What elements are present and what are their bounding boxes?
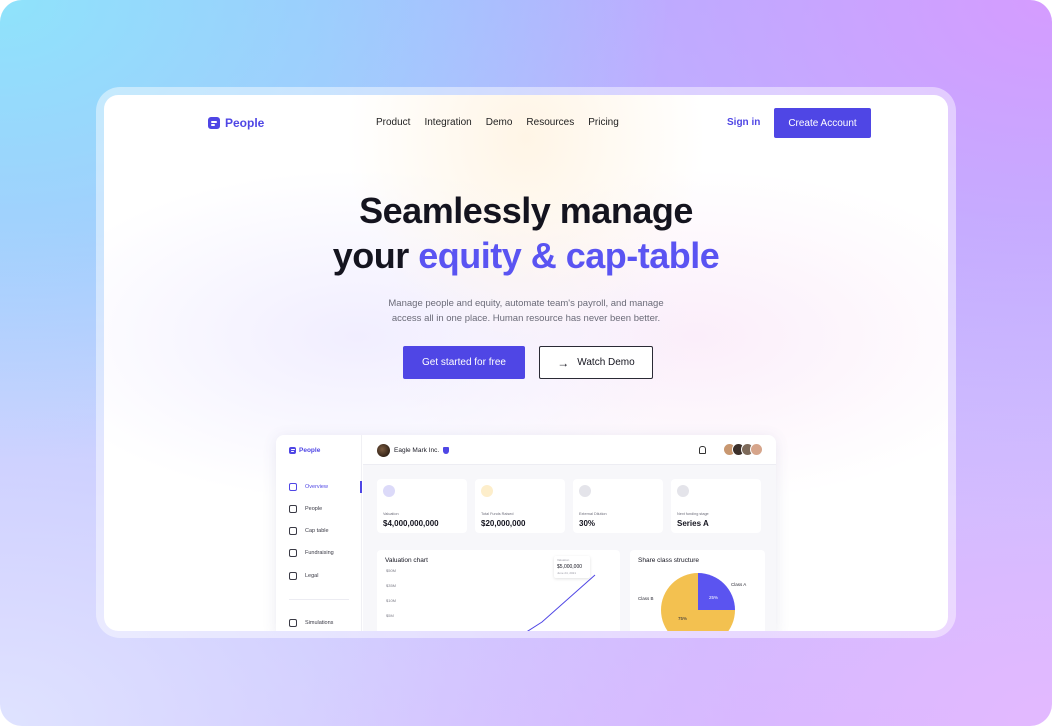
- sidebar-item-label: People: [305, 506, 323, 512]
- nav-item-demo[interactable]: Demo: [486, 117, 513, 128]
- tooltip-value: $5,000,000: [557, 564, 583, 570]
- landing-page: People Product Integration Demo Resource…: [104, 95, 948, 631]
- valuation-chart-panel: Valuation chart $50M $35M $10M $5M Valua…: [377, 550, 620, 631]
- company-avatar: [377, 444, 390, 457]
- sign-in-link[interactable]: Sign in: [727, 117, 760, 128]
- avatar: [750, 443, 763, 456]
- stat-label: External Dilution: [579, 512, 607, 516]
- hero-title-accent: equity & cap-table: [418, 235, 720, 276]
- dashboard-sidebar: People Overview People Cap table Fundrai…: [276, 435, 362, 631]
- pie-label-class-a: 25%: [709, 595, 719, 600]
- cube-icon: [289, 483, 297, 491]
- chart-tooltip: Valuation $5,000,000 June 24, 2021: [554, 556, 590, 578]
- get-started-button[interactable]: Get started for free: [403, 346, 525, 379]
- team-avatars[interactable]: [723, 443, 763, 456]
- sidebar-item-label: Simulations: [305, 620, 334, 626]
- share-class-panel: Share class structure Class A Class B 25…: [630, 550, 765, 631]
- pie-legend-class-b: Class B: [638, 596, 654, 601]
- hero-subtitle-line2: access all in one place. Human resource …: [391, 313, 661, 324]
- hero-title-prefix: your: [332, 235, 410, 276]
- stat-card-valuation: Valuation $4,000,000,000: [377, 479, 467, 533]
- stat-value: $20,000,000: [481, 519, 526, 528]
- nav-item-pricing[interactable]: Pricing: [588, 117, 619, 128]
- create-account-button[interactable]: Create Account: [774, 108, 871, 138]
- hero-title-line2: your equity & cap-table: [104, 235, 948, 277]
- verified-shield-icon: [443, 447, 450, 454]
- pie-slice-class-a: [698, 573, 735, 610]
- hero-title-line1: Seamlessly manage: [359, 190, 693, 231]
- arrow-right-icon: →: [557, 355, 570, 370]
- pie-legend-class-a: Class A: [731, 582, 747, 587]
- tooltip-date: June 24, 2021: [557, 571, 577, 575]
- stat-value: Series A: [677, 519, 709, 528]
- sidebar-item-legal[interactable]: Legal: [289, 572, 318, 580]
- sidebar-item-label: Fundraising: [305, 550, 334, 556]
- sidebar-item-label: Overview: [305, 484, 328, 490]
- document-lines-icon: [289, 447, 296, 454]
- brand-name: People: [225, 116, 265, 130]
- stat-card-funds: Total Funds Raised $20,000,000: [475, 479, 565, 533]
- nav-item-resources[interactable]: Resources: [526, 117, 574, 128]
- dashboard-preview: People Overview People Cap table Fundrai…: [276, 435, 776, 631]
- company-switcher[interactable]: Eagle Mark Inc.: [377, 444, 450, 457]
- sidebar-divider: [289, 599, 349, 600]
- nav-item-integration[interactable]: Integration: [424, 117, 471, 128]
- active-indicator: [360, 481, 362, 493]
- table-icon: [289, 527, 297, 535]
- sidebar-item-fundraising[interactable]: Fundraising: [289, 549, 334, 557]
- dashboard-brand-name: People: [299, 447, 321, 454]
- document-lines-icon: [208, 117, 220, 129]
- document-icon: [289, 572, 297, 580]
- simulation-icon: [289, 619, 297, 627]
- sidebar-item-people[interactable]: People: [289, 505, 322, 513]
- stat-value: $4,000,000,000: [383, 519, 439, 528]
- stat-label: Next funding stage: [677, 512, 709, 516]
- stat-label: Valuation: [383, 512, 399, 516]
- company-name: Eagle Mark Inc.: [394, 447, 440, 454]
- dashboard-main: Eagle Mark Inc. Valuation $4,000,000,000: [363, 435, 776, 631]
- people-icon: [289, 505, 297, 513]
- dashboard-topbar: Eagle Mark Inc.: [363, 435, 776, 465]
- funds-icon: [481, 485, 493, 497]
- nav-item-product[interactable]: Product: [376, 117, 410, 128]
- pie-label-class-b: 75%: [678, 616, 688, 621]
- brand-logo[interactable]: People: [208, 116, 264, 130]
- stage-icon: [677, 485, 689, 497]
- main-nav: Product Integration Demo Resources Prici…: [376, 117, 619, 128]
- tooltip-label: Valuation: [557, 558, 570, 562]
- money-icon: [289, 549, 297, 557]
- watch-demo-label: Watch Demo: [577, 357, 635, 368]
- sidebar-item-cap-table[interactable]: Cap table: [289, 527, 329, 535]
- valuation-line: [527, 574, 596, 631]
- clock-icon: [579, 485, 591, 497]
- stat-card-funding-stage: Next funding stage Series A: [671, 479, 761, 533]
- sidebar-item-label: Legal: [305, 573, 319, 579]
- watch-demo-button[interactable]: → Watch Demo: [539, 346, 653, 379]
- hero-subtitle-line1: Manage people and equity, automate team'…: [388, 298, 664, 309]
- dashboard-logo[interactable]: People: [289, 447, 320, 454]
- bell-icon[interactable]: [699, 446, 706, 454]
- valuation-icon: [383, 485, 395, 497]
- stat-value: 30%: [579, 519, 596, 528]
- stat-label: Total Funds Raised: [481, 512, 514, 516]
- sidebar-item-label: Cap table: [305, 528, 329, 534]
- sidebar-item-overview[interactable]: Overview: [289, 483, 328, 491]
- stat-card-dilution: External Dilution 30%: [573, 479, 663, 533]
- sidebar-item-simulations[interactable]: Simulations: [289, 619, 333, 627]
- share-class-pie: [661, 573, 735, 631]
